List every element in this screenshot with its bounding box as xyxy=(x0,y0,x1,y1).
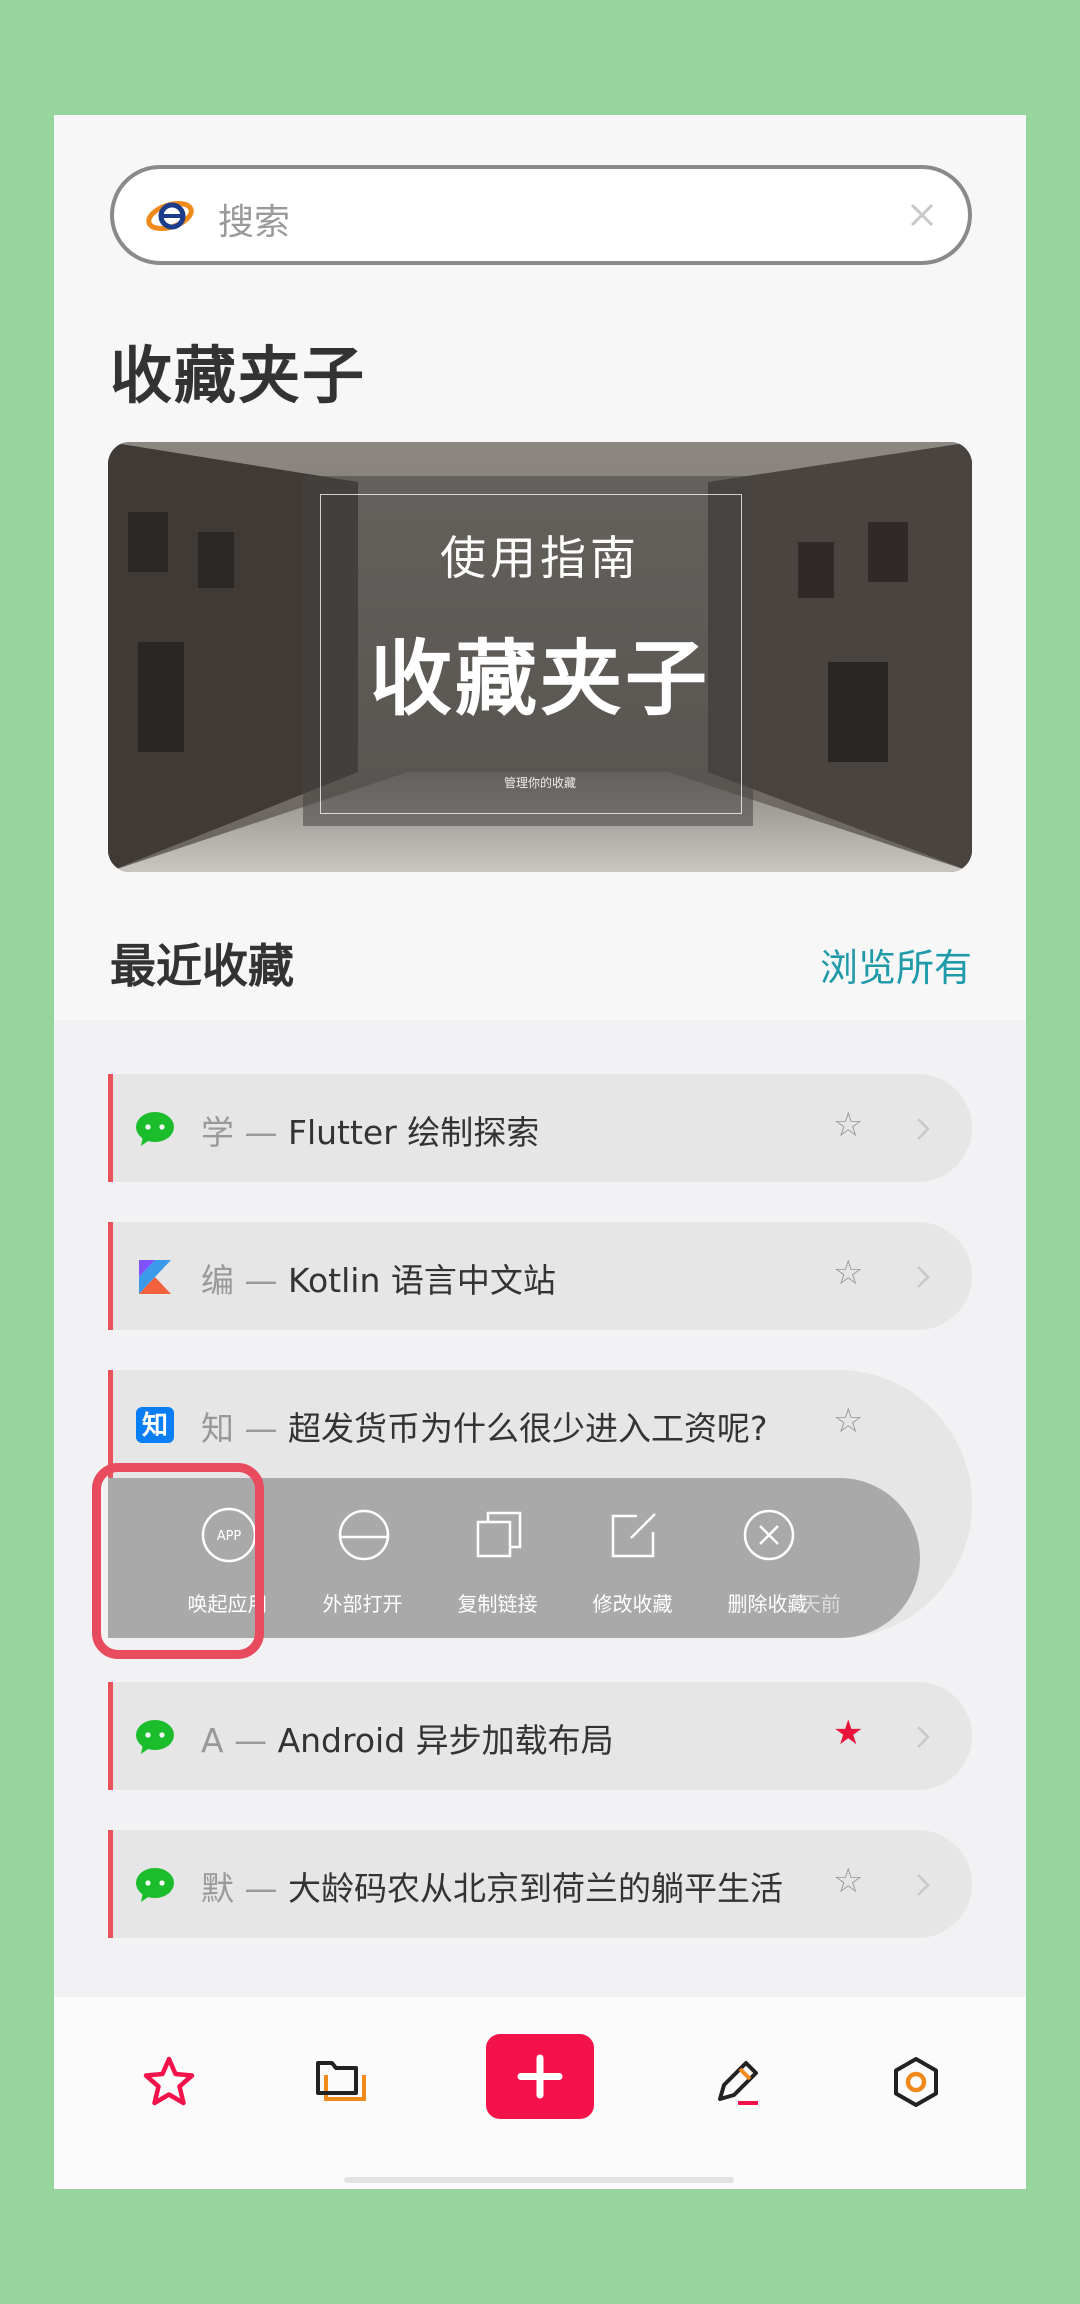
search-bar[interactable]: 搜索 xyxy=(110,165,972,265)
item-category: A — xyxy=(201,1721,278,1760)
copy-link-button[interactable]: 复制链接 xyxy=(430,1478,565,1638)
add-button[interactable] xyxy=(486,2034,594,2119)
item-title: Android 异步加载布局 xyxy=(277,1721,614,1760)
page-title: 收藏夹子 xyxy=(110,339,367,412)
star-icon[interactable]: ☆ xyxy=(833,1404,863,1438)
item-title: Kotlin 语言中文站 xyxy=(287,1261,556,1300)
item-category: 编 — xyxy=(201,1261,288,1300)
item-text: 知 — 超发货币为什么很少进入工资呢? xyxy=(201,1402,768,1450)
wechat-icon xyxy=(136,1868,174,1902)
edit-label: 修改收藏 xyxy=(592,1592,673,1616)
home-indicator xyxy=(344,2177,734,2183)
item-category: 默 — xyxy=(201,1869,288,1908)
wechat-icon xyxy=(136,1720,174,1754)
item-title: 大龄码农从北京到荷兰的躺平生活 xyxy=(287,1869,783,1908)
star-filled-icon[interactable]: ★ xyxy=(833,1716,863,1750)
folder-icon xyxy=(316,2061,366,2101)
view-all-link[interactable]: 浏览所有 xyxy=(820,937,972,992)
list-item[interactable]: 编 — Kotlin 语言中文站 ☆ xyxy=(108,1222,972,1330)
pencil-icon xyxy=(718,2061,758,2105)
open-external-button[interactable]: 外部打开 xyxy=(295,1478,430,1638)
nav-favorites[interactable] xyxy=(120,2037,216,2127)
nav-folders[interactable] xyxy=(292,2037,388,2127)
clear-icon[interactable] xyxy=(902,195,942,235)
item-text: 编 — Kotlin 语言中文站 xyxy=(201,1254,556,1302)
edit-icon xyxy=(611,1513,656,1558)
star-outline-icon xyxy=(143,2056,195,2106)
banner-note: 管理你的收藏 xyxy=(503,776,576,790)
kotlin-icon xyxy=(139,1260,171,1294)
nav-edit[interactable] xyxy=(688,2037,784,2127)
copy-link-label: 复制链接 xyxy=(457,1592,538,1616)
list-item[interactable]: A — Android 异步加载布局 ★ xyxy=(108,1682,972,1790)
chevron-right-icon[interactable] xyxy=(913,1722,933,1752)
bottom-nav xyxy=(54,1997,1026,2189)
list-item[interactable]: 默 — 大龄码农从北京到荷兰的躺平生活 ☆ xyxy=(108,1830,972,1938)
wechat-icon xyxy=(136,1112,174,1146)
star-icon[interactable]: ☆ xyxy=(833,1108,863,1142)
item-title: Flutter 绘制探索 xyxy=(287,1113,540,1152)
app-screen: 搜索 收藏夹子 使用指南 收藏夹子 管理你的收藏 最近收藏 浏览所有 学 — F… xyxy=(54,115,1026,2189)
settings-icon xyxy=(894,2057,938,2107)
chevron-right-icon[interactable] xyxy=(913,1262,933,1292)
zhihu-icon: 知 xyxy=(136,1407,174,1443)
open-external-icon xyxy=(338,1509,390,1561)
nav-settings[interactable] xyxy=(867,2037,963,2127)
open-external-label: 外部打开 xyxy=(322,1592,403,1616)
item-text: A — Android 异步加载布局 xyxy=(201,1714,614,1762)
plus-icon xyxy=(517,2054,563,2099)
guide-banner[interactable]: 使用指南 收藏夹子 管理你的收藏 xyxy=(108,442,972,872)
chevron-right-icon[interactable] xyxy=(913,1114,933,1144)
banner-title: 收藏夹子 xyxy=(369,632,710,727)
app-logo-icon xyxy=(146,201,194,231)
saved-time: 7天前 xyxy=(788,1592,841,1616)
delete-icon xyxy=(743,1509,795,1561)
star-icon[interactable]: ☆ xyxy=(833,1864,863,1898)
zhihu-glyph: 知 xyxy=(142,1411,168,1441)
list-item[interactable]: 学 — Flutter 绘制探索 ☆ xyxy=(108,1074,972,1182)
highlight-box xyxy=(92,1463,264,1659)
recent-section-title: 最近收藏 xyxy=(110,939,294,993)
item-category: 知 — xyxy=(201,1409,288,1448)
item-text: 学 — Flutter 绘制探索 xyxy=(201,1106,539,1154)
item-category: 学 — xyxy=(201,1113,288,1152)
copy-icon xyxy=(476,1511,522,1558)
item-title: 超发货币为什么很少进入工资呢? xyxy=(287,1409,768,1448)
item-text: 默 — 大龄码农从北京到荷兰的躺平生活 xyxy=(201,1862,783,1910)
chevron-right-icon[interactable] xyxy=(913,1870,933,1900)
edit-button[interactable]: 修改收藏 xyxy=(565,1478,700,1638)
search-placeholder[interactable]: 搜索 xyxy=(218,193,290,245)
banner-subtitle: 使用指南 xyxy=(440,531,640,585)
star-icon[interactable]: ☆ xyxy=(833,1256,863,1290)
